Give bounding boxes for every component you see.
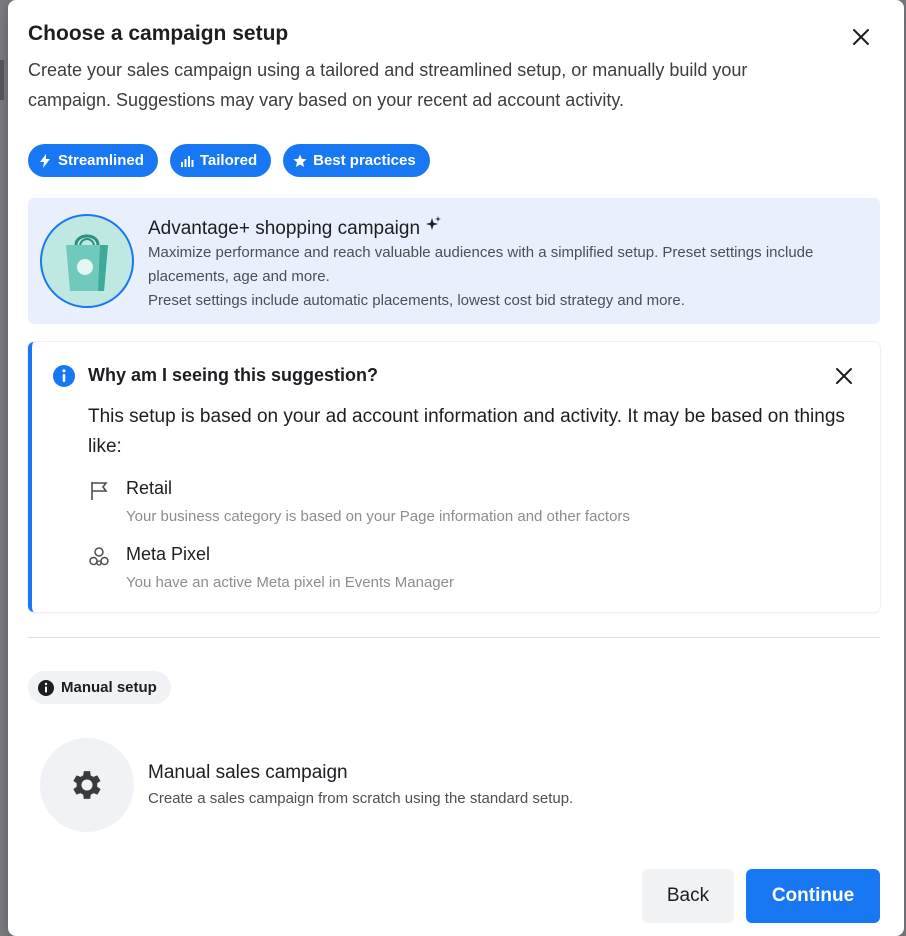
tag-tailored: Tailored [169, 144, 272, 177]
info-icon [53, 365, 75, 387]
suggestion-explanation-card: Why am I seeing this suggestion? This se… [28, 342, 880, 612]
sparkle-icon [425, 216, 442, 238]
tag-label: Streamlined [58, 152, 144, 169]
advantage-description: Maximize performance and reach valuable … [148, 244, 814, 309]
why-body: This setup is based on your ad account i… [88, 406, 845, 457]
reason-title: Meta Pixel [126, 544, 211, 564]
close-icon[interactable] [846, 22, 876, 52]
bar-chart-icon [180, 155, 194, 167]
manual-setup-chip: Manual setup [28, 671, 171, 704]
gear-icon[interactable] [40, 738, 134, 832]
flag-icon [91, 482, 108, 500]
reason-subtitle: You have an active Meta pixel in Events … [126, 574, 454, 591]
tag-row: Streamlined Tailored Best practices [28, 144, 430, 177]
reason-subtitle: Your business category is based on your … [126, 508, 630, 525]
close-suggestion-icon[interactable] [830, 362, 858, 390]
info-icon [38, 679, 54, 696]
why-title: Why am I seeing this suggestion? [88, 365, 379, 385]
advantage-title: Advantage+ shopping campaign [148, 216, 442, 240]
tag-label: Best practices [313, 152, 416, 169]
lightning-icon [40, 153, 50, 168]
back-button[interactable]: Back [642, 869, 734, 923]
pixel-icon [89, 547, 109, 566]
campaign-setup-dialog: Choose a campaign setup Create your sale… [8, 0, 904, 936]
reason-title: Retail [126, 478, 173, 498]
backdrop-edge [0, 60, 4, 100]
dialog-subtitle: Create your sales campaign using a tailo… [28, 60, 748, 110]
manual-campaign-description: Create a sales campaign from scratch usi… [148, 790, 574, 807]
continue-button[interactable]: Continue [746, 869, 880, 923]
tag-streamlined: Streamlined [28, 144, 158, 177]
section-divider [28, 637, 880, 638]
manual-campaign-title[interactable]: Manual sales campaign [148, 762, 348, 784]
star-icon [293, 154, 307, 167]
shopping-bag-icon [40, 214, 134, 308]
dialog-title: Choose a campaign setup [28, 22, 289, 45]
tag-best-practices: Best practices [283, 144, 430, 177]
manual-chip-label: Manual setup [61, 679, 157, 696]
tag-label: Tailored [199, 152, 258, 169]
advantage-shopping-option[interactable]: Advantage+ shopping campaign Maximize pe… [28, 198, 880, 324]
